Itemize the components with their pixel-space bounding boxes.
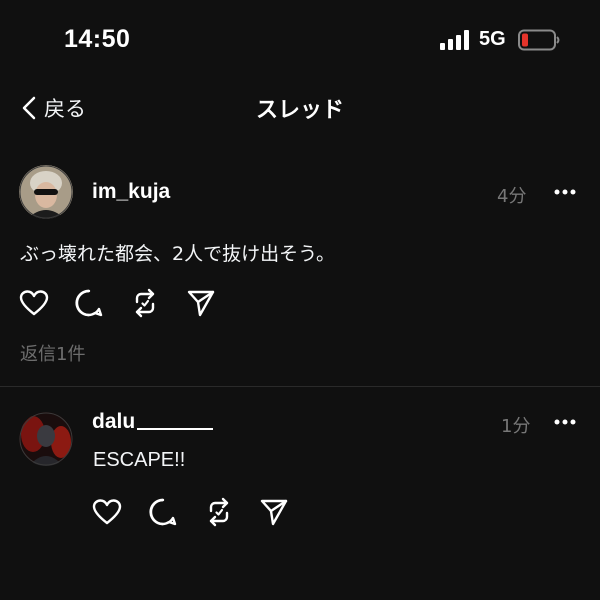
heart-icon[interactable] (91, 496, 123, 528)
thread-reply: dalu 1分 ESCAPE!! (0, 0, 600, 600)
more-options-icon[interactable] (553, 418, 577, 426)
avatar-image (19, 412, 73, 466)
avatar[interactable] (19, 412, 73, 466)
username-text: dalu (92, 410, 136, 433)
share-icon[interactable] (258, 496, 290, 528)
comment-icon[interactable] (147, 496, 179, 528)
post-text: ESCAPE!! (93, 449, 186, 471)
username-underline (137, 428, 214, 430)
username[interactable]: dalu (92, 410, 214, 434)
repost-icon[interactable] (203, 496, 235, 528)
post-time: 1分 (501, 416, 531, 437)
